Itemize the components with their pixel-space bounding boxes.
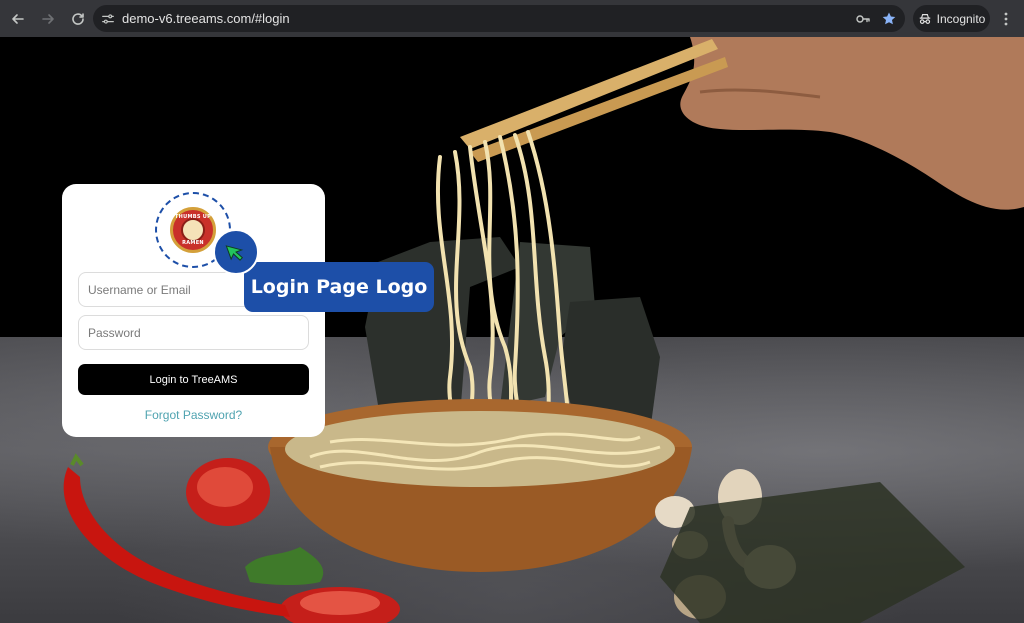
incognito-label: Incognito [936, 11, 986, 26]
login-page: THUMBS UP RAMEN Login to TreeAMS Forgot … [0, 37, 1024, 623]
logo-top-text: THUMBS UP [174, 214, 212, 220]
logo-bottom-text: RAMEN [182, 240, 204, 246]
site-info-button[interactable] [97, 8, 119, 30]
key-icon[interactable] [855, 11, 871, 27]
login-button[interactable]: Login to TreeAMS [78, 364, 309, 395]
cursor-arrow-icon [225, 245, 244, 261]
annotation-callout: Login Page Logo [244, 262, 434, 312]
thumbs-up-icon [181, 218, 205, 242]
browser-toolbar: demo-v6.treeams.com/#login Incognito [0, 0, 1024, 37]
address-bar[interactable]: demo-v6.treeams.com/#login [93, 5, 905, 32]
restaurant-logo: THUMBS UP RAMEN [170, 207, 216, 253]
reload-button[interactable] [64, 5, 92, 33]
tune-icon [102, 13, 114, 24]
arrow-right-icon [42, 13, 54, 24]
reload-icon [72, 12, 84, 25]
browser-menu-button[interactable] [996, 9, 1016, 29]
incognito-indicator[interactable]: Incognito [913, 5, 990, 32]
incognito-icon [919, 13, 930, 24]
more-vert-icon [1004, 12, 1008, 26]
arrow-left-icon [12, 13, 24, 24]
star-icon[interactable] [881, 11, 897, 27]
annotation-cursor [213, 229, 259, 275]
back-button[interactable] [4, 5, 32, 33]
url-text[interactable]: demo-v6.treeams.com/#login [122, 11, 290, 26]
forgot-password-link[interactable]: Forgot Password? [62, 408, 325, 422]
password-input[interactable] [78, 315, 309, 350]
forward-button[interactable] [34, 5, 62, 33]
